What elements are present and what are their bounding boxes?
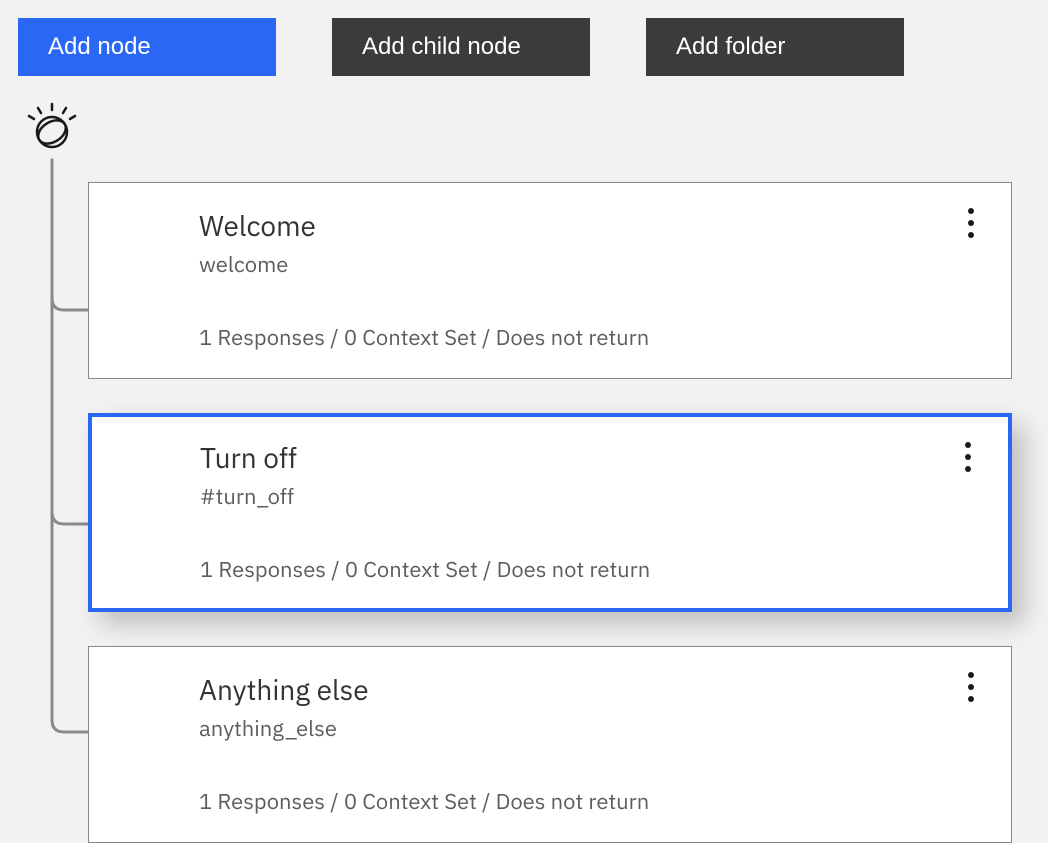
node-condition: #turn_off (200, 482, 980, 511)
node-list: Welcome welcome 1 Responses / 0 Context … (88, 108, 1030, 843)
node-menu-icon[interactable] (959, 667, 983, 707)
toolbar: Add node Add child node Add folder (18, 18, 1030, 76)
watson-icon (26, 102, 78, 154)
add-node-button[interactable]: Add node (18, 18, 276, 76)
node-summary: 1 Responses / 0 Context Set / Does not r… (199, 787, 981, 816)
dialog-tree: Welcome welcome 1 Responses / 0 Context … (18, 108, 1030, 843)
node-menu-icon[interactable] (956, 437, 980, 477)
node-menu-icon[interactable] (959, 203, 983, 243)
node-summary: 1 Responses / 0 Context Set / Does not r… (199, 323, 981, 352)
node-condition: welcome (199, 250, 981, 279)
dialog-node-welcome[interactable]: Welcome welcome 1 Responses / 0 Context … (88, 182, 1012, 379)
dialog-node-anything-else[interactable]: Anything else anything_else 1 Responses … (88, 646, 1012, 843)
node-summary: 1 Responses / 0 Context Set / Does not r… (200, 555, 980, 584)
node-title: Turn off (200, 439, 980, 476)
dialog-node-turn-off[interactable]: Turn off #turn_off 1 Responses / 0 Conte… (88, 413, 1012, 612)
add-child-node-button[interactable]: Add child node (332, 18, 590, 76)
node-title: Anything else (199, 671, 981, 708)
node-condition: anything_else (199, 714, 981, 743)
node-title: Welcome (199, 207, 981, 244)
add-folder-button[interactable]: Add folder (646, 18, 904, 76)
